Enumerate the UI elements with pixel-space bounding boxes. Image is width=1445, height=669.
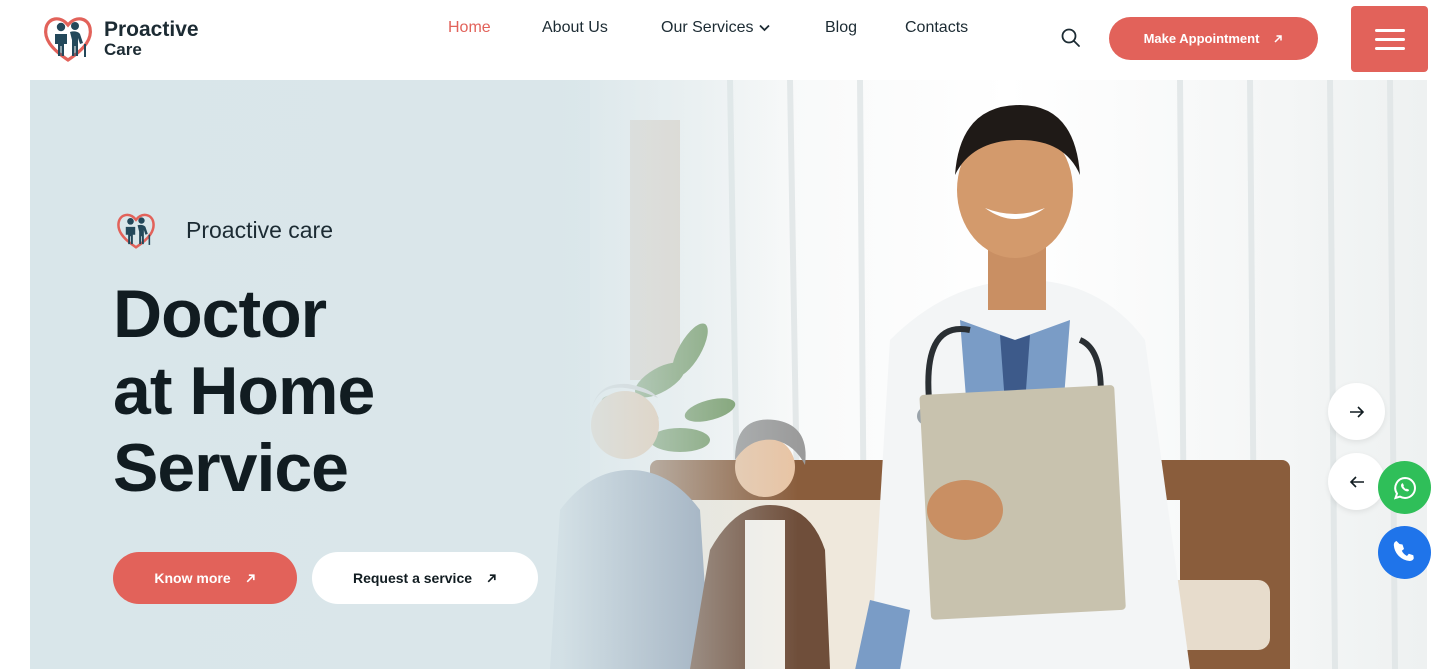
phone-call-button[interactable] — [1378, 526, 1431, 579]
make-appointment-label: Make Appointment — [1143, 31, 1260, 46]
hero-slider: Proactive care Doctor at Home Service Kn… — [30, 80, 1427, 669]
request-service-label: Request a service — [352, 570, 473, 586]
hero-headline-line3: Service — [113, 430, 349, 506]
search-button[interactable] — [1060, 27, 1082, 49]
know-more-button[interactable]: Know more — [113, 552, 297, 604]
hero-headline-line1: Doctor — [113, 276, 327, 352]
hero-tag-label: Proactive care — [186, 216, 334, 243]
hamburger-menu-button[interactable] — [1351, 6, 1428, 72]
slider-prev-button[interactable] — [1328, 453, 1385, 510]
arrow-up-right-icon — [1274, 34, 1283, 43]
brand-name: Proactive Care — [104, 19, 199, 58]
proactive-care-logo-icon — [44, 17, 92, 62]
arrow-up-right-icon — [487, 573, 496, 582]
arrow-left-icon — [1349, 475, 1364, 488]
slider-next-button[interactable] — [1328, 383, 1385, 440]
hero-headline-line2: at Home — [113, 353, 375, 429]
whatsapp-button[interactable] — [1378, 461, 1431, 514]
brand-name-line2: Care — [104, 39, 142, 59]
hero-headline: Doctor at Home Service — [113, 276, 375, 507]
proactive-care-logo-icon — [117, 213, 155, 249]
nav-contacts[interactable]: Contacts — [905, 19, 968, 37]
chevron-down-icon — [759, 24, 771, 32]
nav-blog[interactable]: Blog — [825, 19, 857, 37]
whatsapp-icon — [1393, 476, 1416, 500]
hero-content: Proactive care Doctor at Home Service Kn… — [30, 80, 730, 669]
search-icon — [1061, 28, 1080, 47]
make-appointment-button[interactable]: Make Appointment — [1109, 17, 1318, 60]
site-header: Proactive Care Home About Us Our Service… — [0, 0, 1445, 78]
brand-logo[interactable]: Proactive Care — [40, 10, 199, 66]
nav-about-us[interactable]: About Us — [542, 19, 608, 37]
request-service-button[interactable]: Request a service — [312, 552, 538, 604]
know-more-label: Know more — [154, 570, 231, 586]
arrow-right-icon — [1349, 405, 1364, 418]
phone-icon — [1393, 540, 1414, 561]
brand-name-line1: Proactive — [104, 17, 199, 41]
nav-our-services-label: Our Services — [661, 19, 754, 36]
hamburger-icon — [1374, 28, 1405, 32]
nav-home[interactable]: Home — [448, 19, 491, 37]
nav-our-services[interactable]: Our Services — [661, 19, 771, 37]
arrow-up-right-icon — [246, 573, 255, 582]
hero-tag: Proactive care — [114, 208, 333, 252]
